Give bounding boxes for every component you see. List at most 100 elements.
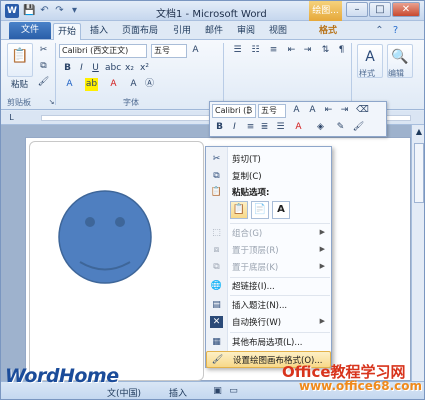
font-name-combo[interactable]: Calibri (西文正文) bbox=[59, 44, 147, 58]
menu-item-hyperlink[interactable]: 🌐 超链接(I)... bbox=[206, 278, 331, 294]
menu-item-send-to-back[interactable]: ⧉ 置于底层(K) ▶ bbox=[206, 259, 331, 275]
indent-icon[interactable]: ⇤ bbox=[322, 104, 335, 117]
shape-outline-icon[interactable]: ✎ bbox=[334, 121, 347, 134]
italic-icon[interactable]: I bbox=[75, 62, 88, 75]
mini-bold-icon[interactable]: B bbox=[213, 121, 226, 134]
underline-icon[interactable]: U bbox=[89, 62, 102, 75]
undo-icon[interactable]: ↶ bbox=[38, 4, 51, 17]
increase-indent-icon[interactable]: ⇥ bbox=[301, 44, 314, 57]
mini-font-combo[interactable]: Calibri (₿ bbox=[212, 104, 256, 118]
sort-icon[interactable]: ⇅ bbox=[319, 44, 332, 57]
wordhome-watermark: WordHome bbox=[5, 365, 119, 387]
decrease-indent-icon[interactable]: ⇤ bbox=[285, 44, 298, 57]
clear-format-icon[interactable]: ⌫ bbox=[356, 104, 369, 117]
clipboard-launcher-icon[interactable]: ↘ bbox=[45, 96, 58, 109]
maximize-button[interactable]: □ bbox=[369, 2, 391, 17]
menu-item-label: 超链接(I)... bbox=[232, 282, 275, 292]
mini-font-color-icon[interactable]: A bbox=[292, 121, 305, 134]
redo-icon[interactable]: ↷ bbox=[53, 4, 66, 17]
paste-keep-source-icon[interactable]: 📋 bbox=[230, 201, 248, 219]
language-indicator[interactable]: 文(中国) bbox=[107, 386, 141, 399]
paste-button-label[interactable]: 粘贴 bbox=[11, 78, 28, 90]
shrink-font-icon[interactable]: A bbox=[306, 104, 319, 117]
bullets-icon[interactable]: ☰ bbox=[231, 44, 244, 57]
full-screen-view-icon[interactable]: ▭ bbox=[227, 385, 240, 398]
window-title: 文档1 - Microsoft Word bbox=[156, 9, 267, 20]
bring-front-icon: ⧈ bbox=[213, 245, 220, 255]
copy-icon: ⧉ bbox=[213, 171, 220, 181]
strikethrough-icon[interactable]: abc bbox=[105, 62, 121, 75]
ribbon: 📋 粘贴 ✂ ⧉ 🖌 剪贴板 ↘ Calibri (西文正文) 五号 A B I… bbox=[1, 40, 424, 110]
tab-selector-icon[interactable]: L bbox=[5, 111, 18, 124]
group-divider bbox=[351, 43, 352, 105]
tab-mailings[interactable]: 邮件 bbox=[201, 23, 227, 40]
clipboard-group-label: 剪贴板 bbox=[7, 98, 31, 107]
char-border-icon[interactable]: Ⓐ bbox=[143, 78, 156, 91]
grow-font-icon[interactable]: A bbox=[189, 44, 202, 57]
insert-mode-indicator[interactable]: 插入 bbox=[169, 386, 187, 399]
superscript-icon[interactable]: x² bbox=[138, 62, 151, 75]
tab-home[interactable]: 开始 bbox=[53, 23, 81, 40]
copy-icon[interactable]: ⧉ bbox=[37, 60, 50, 73]
format-painter-icon[interactable]: 🖌 bbox=[37, 76, 50, 89]
print-layout-view-icon[interactable]: ▣ bbox=[211, 385, 224, 398]
font-color-icon[interactable]: A bbox=[107, 78, 120, 91]
menu-item-copy[interactable]: ⧉ 复制(C) bbox=[206, 168, 331, 184]
tab-format[interactable]: 格式 bbox=[313, 23, 343, 40]
menu-separator bbox=[230, 332, 330, 333]
menu-item-label: 组合(G) bbox=[232, 229, 263, 239]
font-size-combo[interactable]: 五号 bbox=[151, 44, 187, 58]
justify-icon[interactable]: ☰ bbox=[274, 121, 287, 134]
show-marks-icon[interactable]: ¶ bbox=[335, 44, 348, 57]
bold-icon[interactable]: B bbox=[61, 62, 74, 75]
menu-item-cut[interactable]: ✂ 剪切(T) bbox=[206, 151, 331, 167]
smiley-left-eye bbox=[85, 217, 95, 227]
minimize-button[interactable]: – bbox=[346, 2, 368, 17]
styles-group-label: 样式 bbox=[359, 69, 375, 78]
qat-dropdown-icon[interactable]: ▾ bbox=[68, 4, 81, 17]
drawing-canvas[interactable] bbox=[29, 141, 204, 381]
menu-item-insert-caption[interactable]: ▤ 插入题注(N)... bbox=[206, 297, 331, 313]
minimize-ribbon-icon[interactable]: ⌃ bbox=[373, 24, 386, 37]
vertical-scrollbar[interactable]: ▲ bbox=[411, 125, 424, 381]
paste-text-only-icon[interactable]: A bbox=[272, 201, 290, 219]
help-icon[interactable]: ? bbox=[389, 24, 402, 37]
align-right-icon[interactable]: ≣ bbox=[258, 121, 271, 134]
scroll-up-icon[interactable]: ▲ bbox=[414, 127, 424, 137]
cut-icon[interactable]: ✂ bbox=[37, 44, 50, 57]
scroll-thumb[interactable] bbox=[414, 143, 424, 203]
menu-item-bring-to-front[interactable]: ⧈ 置于顶层(R) ▶ bbox=[206, 242, 331, 258]
menu-item-group[interactable]: ⬚ 组合(G) ▶ bbox=[206, 225, 331, 241]
tab-references[interactable]: 引用 bbox=[169, 23, 195, 40]
mini-italic-icon[interactable]: I bbox=[228, 121, 241, 134]
title-bar: W 💾 ↶ ↷ ▾ 文档1 - Microsoft Word 绘图... – □… bbox=[1, 1, 424, 21]
paste-merge-icon[interactable]: 📄 bbox=[251, 201, 269, 219]
tab-view[interactable]: 视图 bbox=[265, 23, 291, 40]
tab-page-layout[interactable]: 页面布局 bbox=[117, 23, 163, 40]
smiley-shape[interactable] bbox=[30, 142, 205, 382]
highlight-icon[interactable]: ab bbox=[85, 78, 98, 91]
save-icon[interactable]: 💾 bbox=[23, 4, 36, 17]
menu-item-label: 置于底层(K) bbox=[232, 263, 279, 273]
char-shading-icon[interactable]: A bbox=[127, 78, 140, 91]
align-center-icon[interactable]: ≡ bbox=[244, 121, 257, 134]
subscript-icon[interactable]: x₂ bbox=[123, 62, 136, 75]
tab-insert[interactable]: 插入 bbox=[85, 23, 113, 40]
word-app-icon[interactable]: W bbox=[5, 4, 19, 18]
mini-size-combo[interactable]: 五号 bbox=[258, 104, 286, 118]
outdent-icon[interactable]: ⇥ bbox=[338, 104, 351, 117]
grow-font-icon[interactable]: A bbox=[290, 104, 303, 117]
paste-icon[interactable]: 📋 bbox=[7, 43, 33, 77]
numbering-icon[interactable]: ☷ bbox=[249, 44, 262, 57]
shape-fill-icon[interactable]: ◈ bbox=[314, 121, 327, 134]
text-effects-icon[interactable]: A bbox=[63, 78, 76, 91]
menu-item-text-wrapping[interactable]: ✕ 自动换行(W) ▶ bbox=[206, 314, 331, 330]
tab-review[interactable]: 审阅 bbox=[233, 23, 259, 40]
close-button[interactable]: ✕ bbox=[392, 2, 420, 17]
multilevel-list-icon[interactable]: ≡ bbox=[267, 44, 280, 57]
layout-icon: ▦ bbox=[212, 337, 221, 347]
menu-item-more-layout[interactable]: ▦ 其他布局选项(L)... bbox=[206, 334, 331, 350]
tab-file[interactable]: 文件 bbox=[9, 22, 51, 39]
smiley-right-eye bbox=[115, 217, 125, 227]
format-painter-icon[interactable]: 🖌 bbox=[352, 121, 365, 134]
